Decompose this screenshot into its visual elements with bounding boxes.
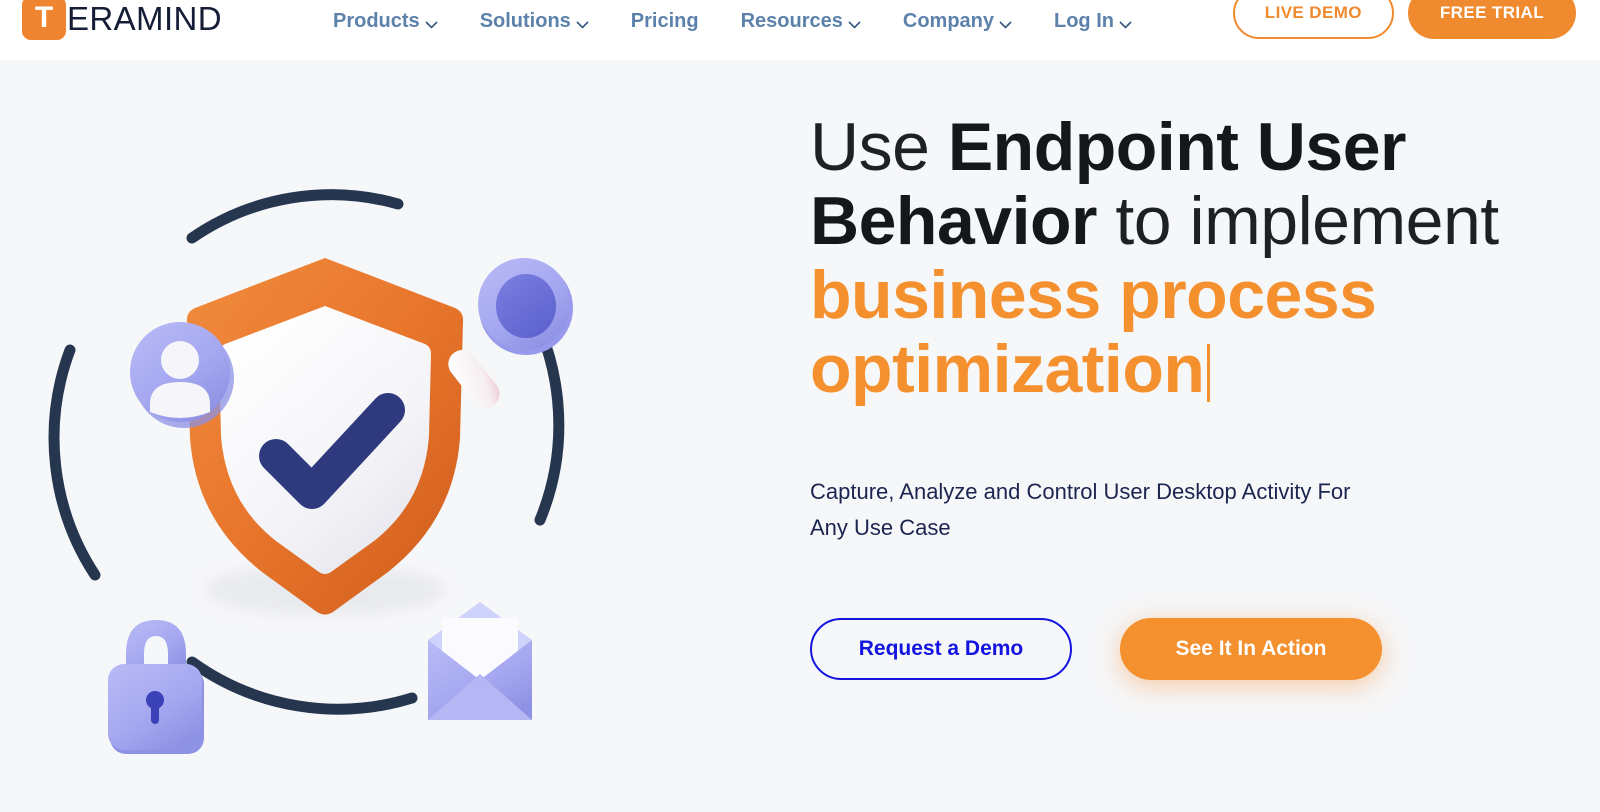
headline-part-3: to implement [1097,183,1499,259]
nav-item-company[interactable]: Company [882,10,1033,33]
headline-part-1: Use [810,109,948,185]
envelope-icon [428,602,532,720]
nav-item-label: Products [333,9,420,32]
nav-item-label: Log In [1054,9,1114,32]
hero-illustration [40,120,720,780]
nav-item-label: Company [902,9,994,32]
hero-cta-group: Request a Demo See It In Action [810,618,1510,680]
main-navigation: Products Solutions Pricing Resources Com… [325,0,1153,44]
chevron-down-icon [427,18,438,29]
nav-item-log-in[interactable]: Log In [1033,10,1153,33]
typewriter-cursor [1207,344,1211,402]
nav-item-resources[interactable]: Resources [720,10,882,33]
logo-mark-icon: T [22,0,66,40]
free-trial-button[interactable]: FREE TRIAL [1407,0,1576,39]
see-it-in-action-button[interactable]: See It In Action [1120,618,1382,680]
nav-item-label: Solutions [479,9,571,32]
chevron-down-icon [1001,18,1012,29]
header-cta-group: LIVE DEMO FREE TRIAL [1232,0,1576,39]
hero-subtitle: Capture, Analyze and Control User Deskto… [810,479,1351,540]
nav-item-pricing[interactable]: Pricing [610,10,720,33]
live-demo-button[interactable]: LIVE DEMO [1232,0,1394,39]
logo[interactable]: T ERAMIND [22,0,222,40]
chevron-down-icon [578,18,589,29]
security-shield-3d-illustration [48,189,573,754]
site-header: T ERAMIND Products Solutions Pricing Res… [0,0,1600,60]
page-title: Use Endpoint User Behavior to implement … [810,110,1510,406]
nav-item-label: Pricing [630,9,699,32]
logo-wordmark: ERAMIND [67,0,222,37]
request-demo-button[interactable]: Request a Demo [810,618,1072,680]
hero-section: Use Endpoint User Behavior to implement … [0,60,1600,812]
nav-item-label: Resources [740,9,843,32]
hero-copy: Use Endpoint User Behavior to implement … [810,110,1510,680]
chevron-down-icon [1121,18,1132,29]
padlock-icon [108,620,204,754]
headline-typed-phrase: business process optimization [810,257,1377,407]
nav-item-products[interactable]: Products [325,10,459,33]
chevron-down-icon [850,18,861,29]
nav-item-solutions[interactable]: Solutions [459,10,610,33]
